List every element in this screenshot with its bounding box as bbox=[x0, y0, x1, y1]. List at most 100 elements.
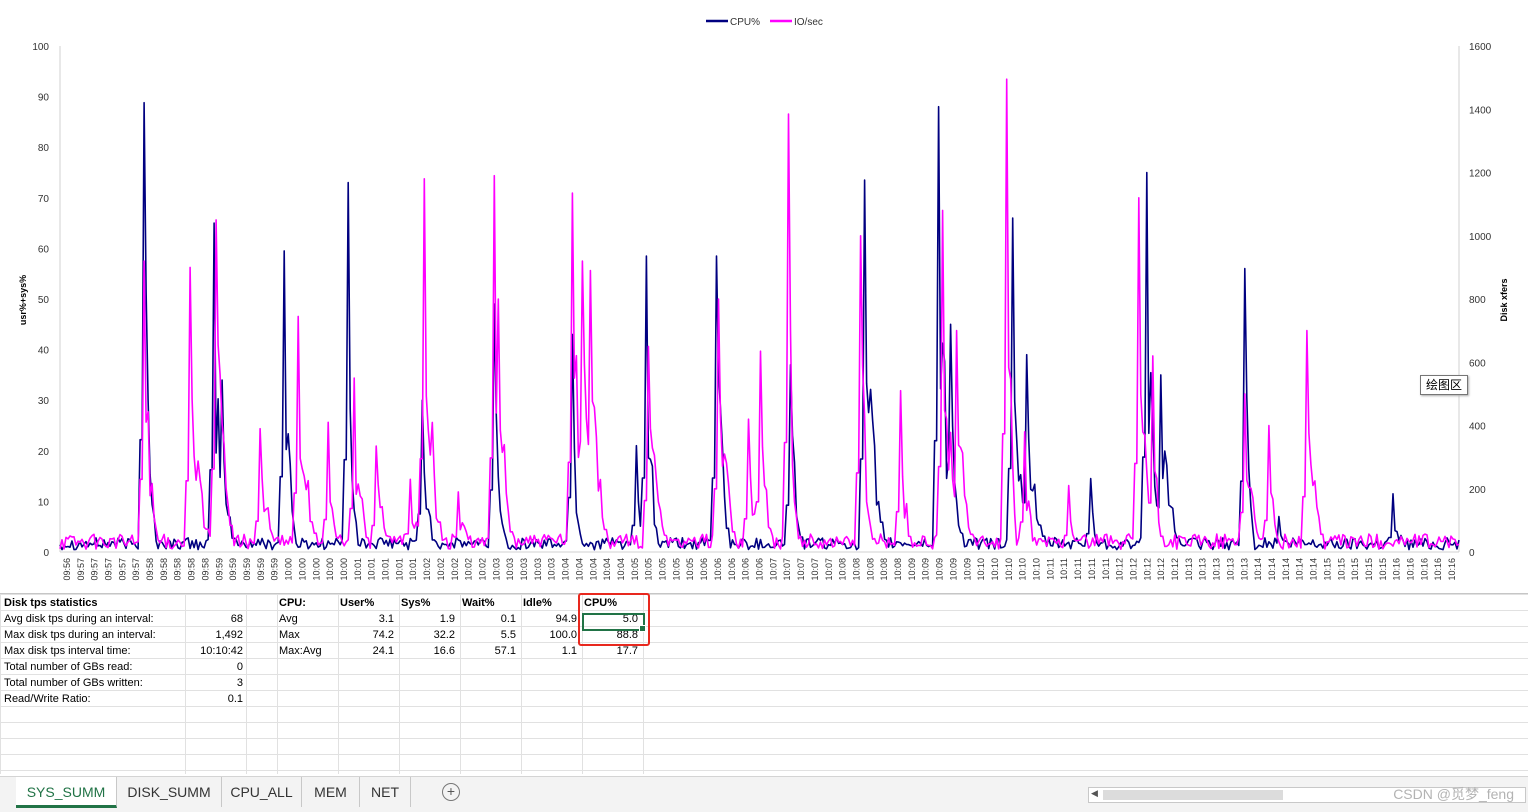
x-tick-label: 10:11 bbox=[1101, 558, 1111, 580]
x-tick-label: 09:58 bbox=[187, 558, 197, 581]
disk-stat-value[interactable]: 68 bbox=[186, 611, 243, 627]
scroll-left-icon[interactable]: ◀ bbox=[1091, 788, 1098, 799]
x-tick-label: 10:07 bbox=[796, 558, 806, 581]
x-tick-label: 10:02 bbox=[477, 558, 487, 581]
cpu-table-header[interactable]: CPU: bbox=[279, 595, 337, 611]
cpu-table-cell[interactable]: 1.9 bbox=[399, 611, 455, 627]
x-tick-label: 09:56 bbox=[62, 558, 72, 581]
x-tick-label: 10:15 bbox=[1350, 558, 1360, 581]
x-tick-label: 10:05 bbox=[671, 558, 681, 581]
right-tick-label: 800 bbox=[1469, 295, 1486, 306]
cpu-table-cell[interactable]: 94.9 bbox=[521, 611, 577, 627]
x-tick-label: 09:57 bbox=[117, 558, 127, 581]
x-tick-label: 10:07 bbox=[810, 558, 820, 581]
disk-stat-label[interactable]: Max disk tps interval time: bbox=[4, 643, 184, 659]
cpu-table-cell[interactable]: 3.1 bbox=[338, 611, 394, 627]
worksheet-grid[interactable]: Disk tps statistics Avg disk tps during a… bbox=[0, 594, 1528, 774]
scroll-thumb[interactable] bbox=[1103, 790, 1283, 800]
x-tick-label: 10:08 bbox=[893, 558, 903, 581]
x-tick-label: 10:13 bbox=[1212, 558, 1222, 581]
x-tick-label: 10:09 bbox=[935, 558, 945, 581]
x-tick-label: 10:07 bbox=[782, 558, 792, 581]
cpu-table-cell[interactable]: 57.1 bbox=[460, 643, 516, 659]
disk-stat-label[interactable]: Total number of GBs read: bbox=[4, 659, 184, 675]
plot-area-tooltip: 绘图区 bbox=[1420, 375, 1468, 395]
cpu-table-header[interactable]: Idle% bbox=[523, 595, 581, 611]
disk-stat-value[interactable]: 10:10:42 bbox=[186, 643, 243, 659]
chart-area[interactable]: 100 90 80 70 60 50 40 30 20 10 0 1600 1400 1200 1000 80… bbox=[0, 0, 1528, 594]
cpu-table-cell[interactable]: 5.5 bbox=[460, 627, 516, 643]
x-tick-label: 10:04 bbox=[616, 558, 626, 581]
cpu-table-cell[interactable]: 100.0 bbox=[521, 627, 577, 643]
disk-stat-value[interactable]: 0.1 bbox=[186, 691, 243, 707]
disk-stats-title[interactable]: Disk tps statistics bbox=[4, 595, 184, 611]
sheet-tab-sys-summ[interactable]: SYS_SUMM bbox=[16, 777, 117, 808]
x-tick-label: 10:14 bbox=[1281, 558, 1291, 581]
left-tick-label: 90 bbox=[38, 93, 50, 104]
x-tick-label: 10:09 bbox=[907, 558, 917, 581]
cpu-table-cell[interactable]: 32.2 bbox=[399, 627, 455, 643]
cpu-table-header[interactable]: User% bbox=[340, 595, 398, 611]
x-tick-label: 09:59 bbox=[242, 558, 252, 581]
x-tick-label: 09:58 bbox=[200, 558, 210, 581]
cpu-table-cell[interactable]: 0.1 bbox=[460, 611, 516, 627]
sheet-tab-mem[interactable]: MEM bbox=[302, 777, 360, 807]
x-tick-label: 10:14 bbox=[1267, 558, 1277, 581]
sheet-tab-cpu-all[interactable]: CPU_ALL bbox=[222, 777, 302, 807]
x-tick-label: 10:13 bbox=[1239, 558, 1249, 581]
left-tick-label: 40 bbox=[38, 346, 50, 357]
x-tick-label: 10:05 bbox=[644, 558, 654, 581]
x-tick-label: 10:00 bbox=[339, 558, 349, 581]
x-tick-label: 10:16 bbox=[1406, 558, 1416, 581]
cpu-table-header[interactable]: Sys% bbox=[401, 595, 459, 611]
disk-stat-label[interactable]: Read/Write Ratio: bbox=[4, 691, 184, 707]
x-tick-label: 10:00 bbox=[311, 558, 321, 581]
disk-stat-value[interactable]: 1,492 bbox=[186, 627, 243, 643]
x-tick-label: 10:03 bbox=[533, 558, 543, 581]
cpu-table-cell[interactable]: 16.6 bbox=[399, 643, 455, 659]
disk-stat-label[interactable]: Max disk tps during an interval: bbox=[4, 627, 184, 643]
right-tick-label: 400 bbox=[1469, 422, 1486, 433]
x-tick-label: 10:11 bbox=[1045, 558, 1055, 580]
left-tick-label: 20 bbox=[38, 447, 50, 458]
selected-cell[interactable] bbox=[582, 613, 645, 631]
line-chart[interactable]: 1009080706050403020100160014001200100080… bbox=[0, 0, 1528, 593]
x-tick-label: 10:12 bbox=[1156, 558, 1166, 581]
x-tick-label: 10:15 bbox=[1378, 558, 1388, 581]
x-tick-label: 10:00 bbox=[325, 558, 335, 581]
right-tick-label: 1200 bbox=[1469, 169, 1492, 180]
disk-stat-value[interactable]: 3 bbox=[186, 675, 243, 691]
x-tick-label: 10:06 bbox=[755, 558, 765, 581]
x-tick-label: 10:04 bbox=[602, 558, 612, 581]
x-tick-label: 10:02 bbox=[450, 558, 460, 581]
disk-stat-value[interactable]: 0 bbox=[186, 659, 243, 675]
x-tick-label: 10:06 bbox=[727, 558, 737, 581]
x-tick-label: 10:01 bbox=[381, 558, 391, 581]
x-tick-label: 10:04 bbox=[574, 558, 584, 581]
add-sheet-icon[interactable]: + bbox=[442, 783, 460, 801]
disk-stat-label[interactable]: Avg disk tps during an interval: bbox=[4, 611, 184, 627]
x-tick-label: 10:12 bbox=[1142, 558, 1152, 581]
cpu-table-cell[interactable]: 74.2 bbox=[338, 627, 394, 643]
x-tick-label: 10:16 bbox=[1392, 558, 1402, 581]
watermark: CSDN @觅梦_feng bbox=[1393, 786, 1514, 802]
x-tick-label: 09:57 bbox=[90, 558, 100, 581]
cpu-table-header[interactable]: Wait% bbox=[462, 595, 520, 611]
x-tick-label: 09:58 bbox=[159, 558, 169, 581]
x-tick-label: 09:58 bbox=[145, 558, 155, 581]
sheet-tab-net[interactable]: NET bbox=[360, 777, 411, 807]
sheet-tab-bar: SYS_SUMM DISK_SUMM CPU_ALL MEM NET + ◀ CSDN … bbox=[0, 776, 1528, 812]
cpu-table-cell[interactable]: 1.1 bbox=[521, 643, 577, 659]
legend-label: IO/sec bbox=[794, 17, 823, 28]
cpu-row-label[interactable]: Max bbox=[279, 627, 337, 643]
disk-stat-label[interactable]: Total number of GBs written: bbox=[4, 675, 184, 691]
cpu-row-label[interactable]: Max:Avg bbox=[279, 643, 337, 659]
left-tick-label: 80 bbox=[38, 143, 50, 154]
x-tick-label: 10:11 bbox=[1087, 558, 1097, 580]
x-tick-label: 09:57 bbox=[76, 558, 86, 581]
cpu-table-cell[interactable]: 24.1 bbox=[338, 643, 394, 659]
fill-handle[interactable] bbox=[639, 625, 646, 632]
sheet-tab-disk-summ[interactable]: DISK_SUMM bbox=[117, 777, 222, 807]
cpu-row-label[interactable]: Avg bbox=[279, 611, 337, 627]
x-tick-label: 10:13 bbox=[1184, 558, 1194, 581]
